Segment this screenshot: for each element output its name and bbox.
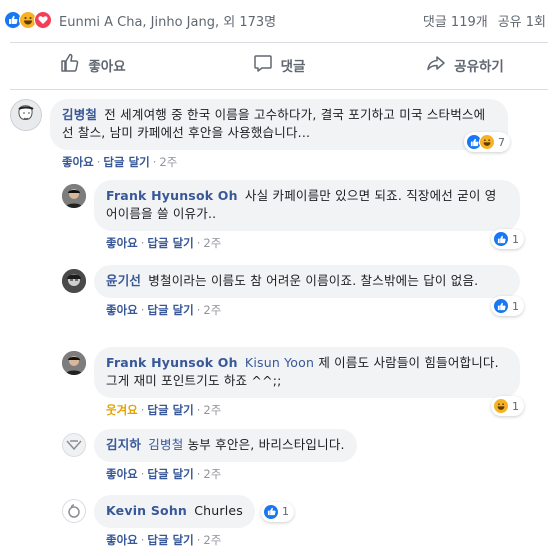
- comment-bubble: Frank Hyunsok Oh Kisun Yoon 제 이름도 사람들이 힘…: [94, 347, 520, 398]
- comment-timestamp[interactable]: 2주: [203, 402, 221, 418]
- separator: ·: [140, 236, 145, 250]
- comment-meta: 좋아요 · 답글 달기 · 2주: [94, 466, 357, 482]
- comment-button-label: 댓글: [280, 59, 306, 75]
- comment-timestamp[interactable]: 2주: [203, 532, 221, 548]
- avatar[interactable]: [62, 499, 86, 523]
- comment-meta: 좋아요 · 답글 달기 · 2주: [94, 532, 294, 548]
- comment-text: Churles: [194, 503, 244, 518]
- avatar[interactable]: [62, 351, 86, 375]
- comment-meta: 좋아요 · 답글 달기 · 2주: [94, 302, 520, 318]
- separator: ·: [96, 155, 101, 169]
- separator: ·: [140, 467, 145, 481]
- reply-comment: Frank Hyunsok Oh 사실 카페이름만 있으면 되죠. 직장에선 굳…: [62, 180, 524, 251]
- reply-link[interactable]: 답글 달기: [147, 302, 193, 318]
- share-arrow-icon: [426, 53, 446, 77]
- reaction-count-badge[interactable]: 1: [261, 501, 295, 522]
- reaction-count-badge[interactable]: 1: [491, 229, 524, 249]
- reply-comment: Frank Hyunsok Oh Kisun Yoon 제 이름도 사람들이 힘…: [62, 347, 524, 418]
- comment-author[interactable]: Frank Hyunsok Oh: [106, 188, 238, 203]
- reply-link[interactable]: 답글 달기: [147, 402, 193, 418]
- reply-link[interactable]: 답글 달기: [147, 466, 193, 482]
- comment-author[interactable]: Frank Hyunsok Oh: [106, 355, 238, 370]
- reaction-count-badge[interactable]: 7: [464, 132, 510, 152]
- reply-link[interactable]: 답글 달기: [147, 532, 193, 548]
- share-button[interactable]: 공유하기: [372, 43, 558, 87]
- reply-link[interactable]: 답글 달기: [147, 235, 193, 251]
- comment-text: 농부 후안은, 바리스타입니다.: [187, 437, 345, 452]
- comment-text: 병철이라는 이름도 참 어려운 이름이죠. 찰스밖에는 답이 없음.: [148, 273, 479, 288]
- comment-text: 전 세계여행 중 한국 이름을 고수하다가, 결국 포기하고 미국 스타벅스에선…: [62, 107, 486, 140]
- like-link[interactable]: 좋아요: [62, 154, 94, 170]
- separator: ·: [196, 303, 201, 317]
- comment-meta: 좋아요 · 답글 달기 · 2주: [50, 154, 508, 170]
- separator: ·: [140, 533, 145, 547]
- reply-comment: 윤기선 병철이라는 이름도 참 어려운 이름이죠. 찰스밖에는 답이 없음. 1…: [62, 265, 524, 318]
- reply-link[interactable]: 답글 달기: [103, 154, 149, 170]
- comment-count[interactable]: 댓글 119개: [423, 11, 488, 30]
- reply-comment: Kevin Sohn Churles 1 좋아요 · 답글 달기 · 2주: [62, 495, 295, 548]
- comment-bubble: 김지하 김병철 농부 후안은, 바리스타입니다.: [94, 429, 357, 462]
- separator: ·: [140, 303, 145, 317]
- comment-bubble: Frank Hyunsok Oh 사실 카페이름만 있으면 되죠. 직장에선 굳…: [94, 180, 520, 231]
- like-button[interactable]: 좋아요: [0, 43, 186, 87]
- reaction-count: 7: [498, 135, 505, 149]
- separator: ·: [196, 403, 201, 417]
- comment-meta: 좋아요 · 답글 달기 · 2주: [94, 235, 520, 251]
- like-reaction-icon: [493, 298, 509, 314]
- comment-timestamp[interactable]: 2주: [203, 302, 221, 318]
- comment-timestamp[interactable]: 2주: [203, 466, 221, 482]
- comment-bubble: 김병철 전 세계여행 중 한국 이름을 고수하다가, 결국 포기하고 미국 스타…: [50, 99, 508, 150]
- avatar[interactable]: [62, 184, 86, 208]
- mention-link[interactable]: Kisun Yoon: [245, 355, 314, 370]
- reaction-names[interactable]: Eunmi A Cha, Jinho Jang, 외 173명: [59, 11, 276, 30]
- like-button-label: 좋아요: [88, 59, 126, 75]
- avatar[interactable]: [62, 433, 86, 457]
- haha-reaction-icon: [479, 134, 495, 150]
- separator: ·: [196, 533, 201, 547]
- separator: ·: [196, 467, 201, 481]
- avatar[interactable]: [10, 99, 42, 131]
- comment-timestamp[interactable]: 2주: [159, 154, 177, 170]
- comment-bubble: 윤기선 병철이라는 이름도 참 어려운 이름이죠. 찰스밖에는 답이 없음.: [94, 265, 520, 298]
- mention-link[interactable]: 김병철: [148, 437, 183, 452]
- speech-bubble-icon: [253, 53, 273, 77]
- comment-author[interactable]: 김병철: [62, 107, 97, 122]
- separator: ·: [152, 155, 157, 169]
- haha-link[interactable]: 웃겨요: [106, 402, 138, 418]
- comment: 김병철 전 세계여행 중 한국 이름을 고수하다가, 결국 포기하고 미국 스타…: [10, 99, 510, 170]
- like-link[interactable]: 좋아요: [106, 532, 138, 548]
- comment-meta: 웃겨요 · 답글 달기 · 2주: [94, 402, 520, 418]
- haha-reaction-icon: [493, 398, 509, 414]
- reaction-count-badge[interactable]: 1: [491, 396, 524, 416]
- comment-bubble: Kevin Sohn Churles: [94, 495, 256, 528]
- reaction-count-badge[interactable]: 1: [491, 296, 524, 316]
- comment-author[interactable]: 윤기선: [106, 273, 141, 288]
- reaction-count: 1: [282, 505, 290, 518]
- divider: [10, 89, 548, 90]
- like-link[interactable]: 좋아요: [106, 466, 138, 482]
- share-count[interactable]: 공유 1회: [498, 11, 546, 30]
- like-reaction-icon: [493, 231, 509, 247]
- separator: ·: [140, 403, 145, 417]
- like-link[interactable]: 좋아요: [106, 235, 138, 251]
- share-button-label: 공유하기: [454, 59, 504, 75]
- reaction-count: 1: [512, 299, 519, 313]
- reaction-icons[interactable]: [4, 11, 52, 29]
- reaction-count: 1: [512, 399, 519, 413]
- comment-button[interactable]: 댓글: [186, 43, 372, 87]
- comment-timestamp[interactable]: 2주: [203, 235, 221, 251]
- reply-comment: 김지하 김병철 농부 후안은, 바리스타입니다. 좋아요 · 답글 달기 · 2…: [62, 429, 357, 482]
- comment-author[interactable]: 김지하: [106, 437, 141, 452]
- comment-author[interactable]: Kevin Sohn: [106, 503, 187, 518]
- like-reaction-icon: [263, 503, 280, 520]
- like-link[interactable]: 좋아요: [106, 302, 138, 318]
- post-action-bar: 좋아요 댓글 공유하기: [0, 43, 558, 87]
- love-reaction-icon: [34, 11, 52, 29]
- reaction-summary: Eunmi A Cha, Jinho Jang, 외 173명 댓글 119개 …: [0, 0, 558, 40]
- avatar[interactable]: [62, 269, 86, 293]
- reaction-count: 1: [512, 232, 519, 246]
- separator: ·: [196, 236, 201, 250]
- thumbs-up-icon: [60, 53, 80, 77]
